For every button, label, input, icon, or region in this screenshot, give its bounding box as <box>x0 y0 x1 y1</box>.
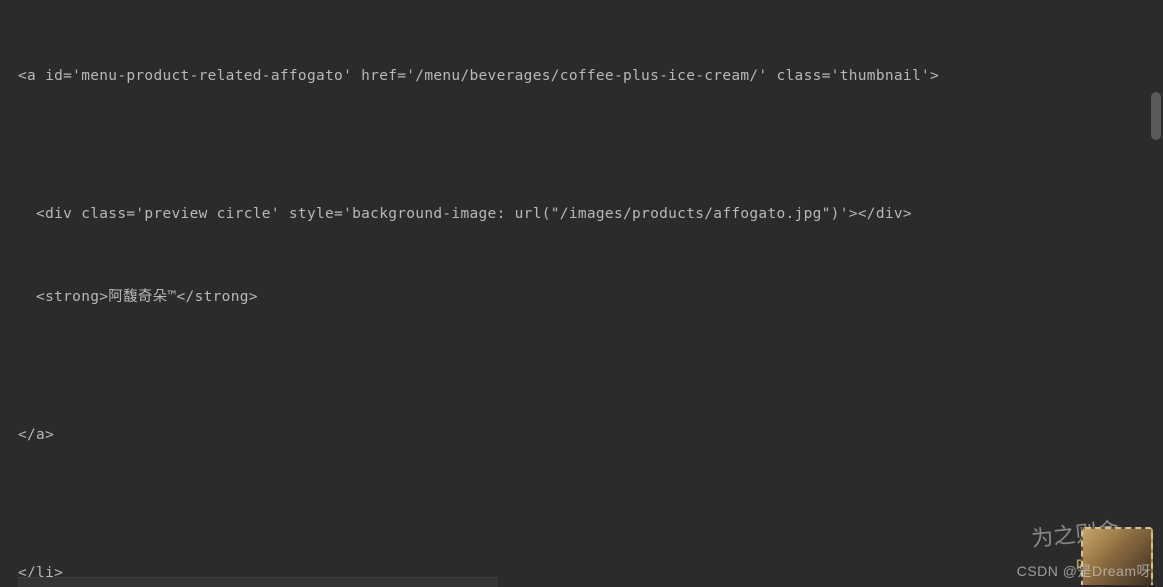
code-block: <a id='menu-product-related-affogato' hr… <box>0 0 1163 587</box>
code-line: <div class='preview circle' style='backg… <box>18 201 1163 229</box>
scrollbar-track[interactable] <box>1149 0 1163 587</box>
bottom-bar <box>18 577 498 587</box>
code-line: <strong>阿馥奇朵™</strong> <box>18 284 1163 312</box>
scrollbar-thumb[interactable] <box>1151 92 1161 140</box>
code-line: </a> <box>18 422 1163 450</box>
code-line: <a id='menu-product-related-affogato' hr… <box>18 63 1163 91</box>
